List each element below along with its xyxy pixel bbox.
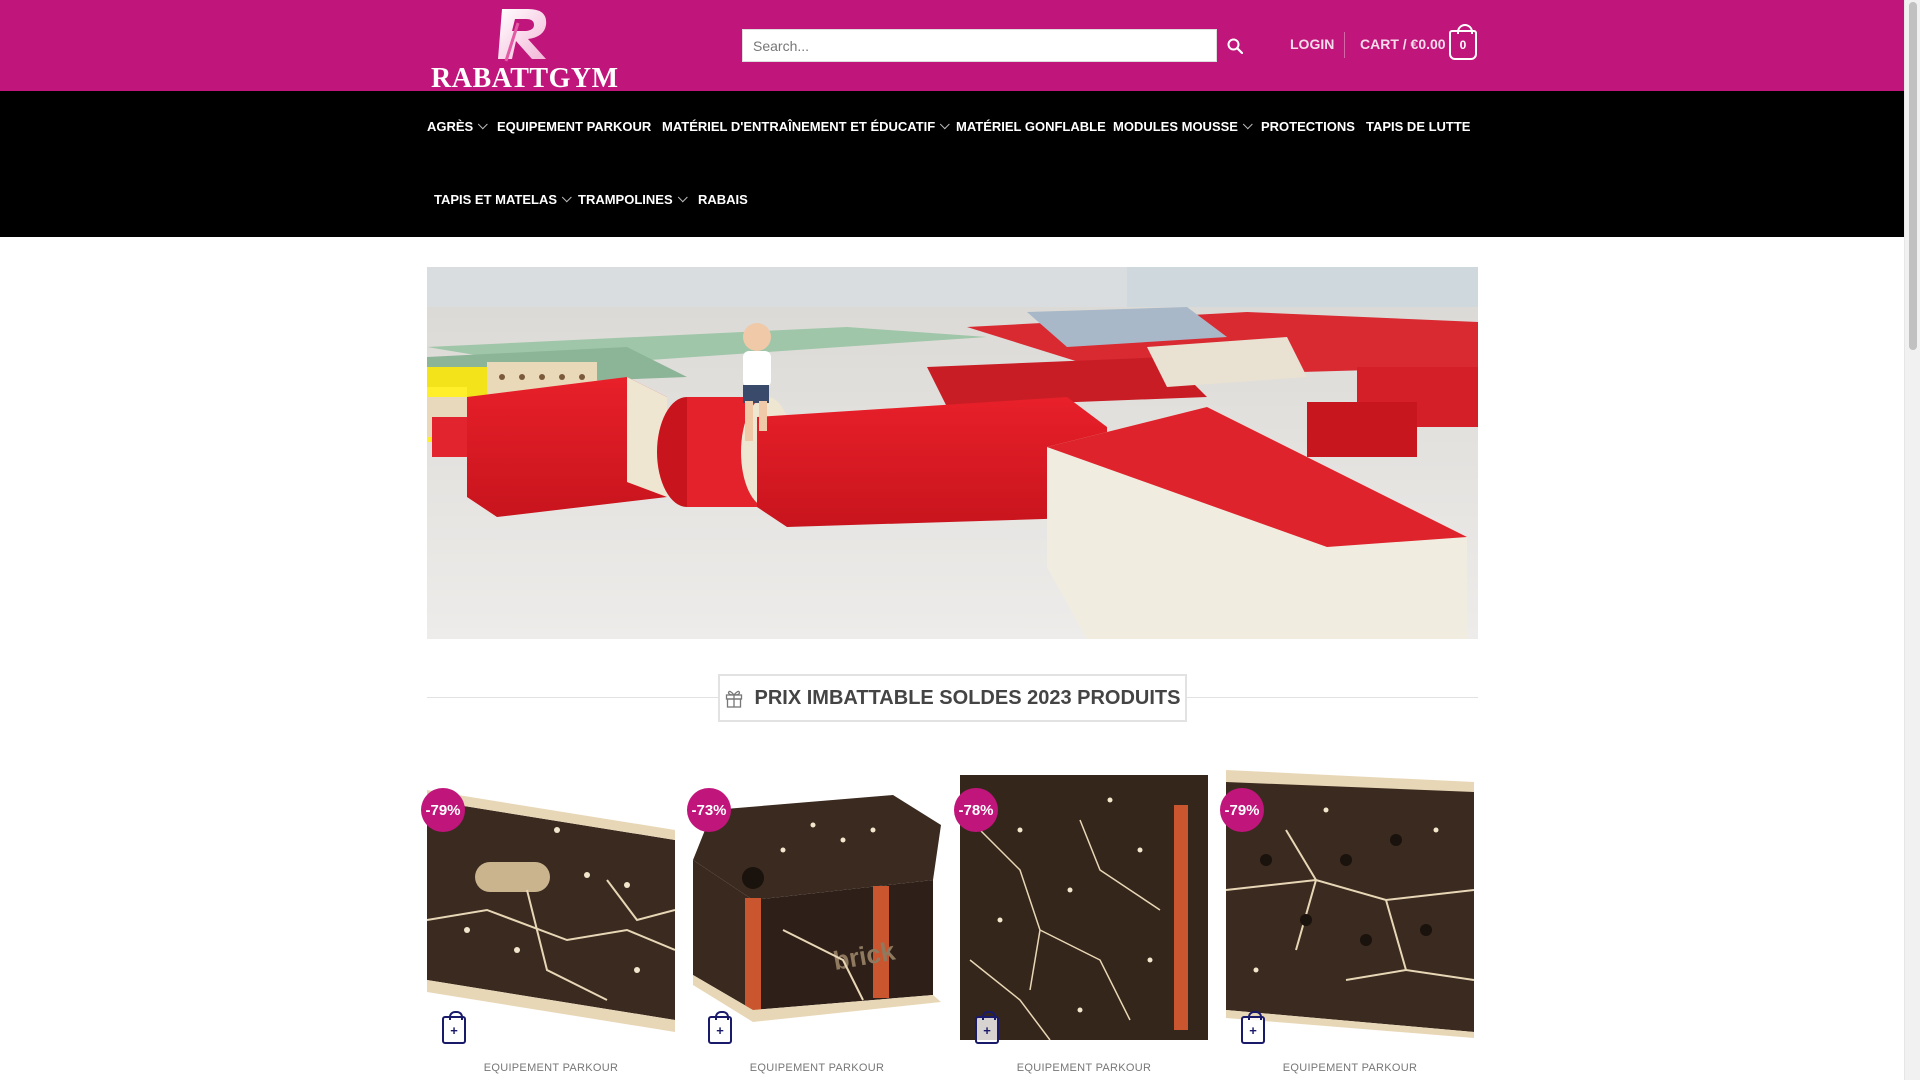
search-input[interactable] xyxy=(742,29,1217,62)
gift-icon xyxy=(725,690,742,708)
nav-item-equipement-parkour[interactable]: EQUIPEMENT PARKOUR xyxy=(497,119,651,134)
add-to-cart-button[interactable]: + xyxy=(708,1011,732,1044)
nav-item-protections[interactable]: PROTECTIONS xyxy=(1261,119,1355,134)
section-title: PRIX IMBATTABLE SOLDES 2023 PRODUITS xyxy=(718,674,1187,722)
nav-item-tapis-de-lutte[interactable]: TAPIS DE LUTTE xyxy=(1366,119,1470,134)
hero-banner-image[interactable] xyxy=(427,267,1478,639)
discount-badge: -79% xyxy=(421,788,465,832)
search-icon xyxy=(1227,38,1243,54)
login-link[interactable]: LOGIN xyxy=(1290,36,1334,52)
hero-illustration xyxy=(427,267,1478,639)
nav-item-materiel-entrainement[interactable]: MATÉRIEL D'ENTRAÎNEMENT ET ÉDUCATIF xyxy=(662,119,950,134)
chevron-down-icon xyxy=(940,119,950,130)
product-category[interactable]: EQUIPEMENT PARKOUR xyxy=(1226,1062,1474,1074)
cart-count-badge[interactable]: 0 xyxy=(1449,24,1477,60)
section-title-text: PRIX IMBATTABLE SOLDES 2023 PRODUITS xyxy=(754,686,1181,709)
chevron-down-icon xyxy=(561,192,572,203)
nav-item-label: EQUIPEMENT PARKOUR xyxy=(497,119,652,134)
discount-badge: -78% xyxy=(954,788,998,832)
search-bar xyxy=(742,29,1243,62)
product-card[interactable]: -79% + EQUIPEMENT PARKOUR xyxy=(421,770,675,1080)
discount-badge: -73% xyxy=(687,788,731,832)
nav-item-agres[interactable]: AGRÈS xyxy=(427,119,488,134)
nav-item-modules-mousse[interactable]: MODULES MOUSSE xyxy=(1113,119,1253,134)
page-scrollbar[interactable] xyxy=(1904,0,1920,1080)
add-to-cart-button[interactable]: + xyxy=(975,1011,999,1044)
top-header: RABATTGYM LOGIN CART / €0.00 0 xyxy=(0,0,1904,94)
product-category[interactable]: EQUIPEMENT PARKOUR xyxy=(960,1062,1208,1074)
chevron-down-icon xyxy=(478,119,488,130)
nav-item-trampolines[interactable]: TRAMPOLINES xyxy=(578,192,688,207)
nav-item-label: MATÉRIEL D'ENTRAÎNEMENT ET ÉDUCATIF xyxy=(662,119,936,134)
search-button[interactable] xyxy=(1217,29,1253,62)
nav-item-label: AGRÈS xyxy=(427,119,474,134)
discount-badge: -79% xyxy=(1220,788,1264,832)
add-to-cart-button[interactable]: + xyxy=(1241,1011,1265,1044)
product-category[interactable]: EQUIPEMENT PARKOUR xyxy=(693,1062,941,1074)
site-logo[interactable]: RABATTGYM xyxy=(428,3,618,94)
header-divider xyxy=(1344,32,1345,58)
nav-item-label: RABAIS xyxy=(698,192,748,207)
nav-item-tapis-et-matelas[interactable]: TAPIS ET MATELAS xyxy=(434,192,572,207)
chevron-down-icon xyxy=(1242,119,1253,130)
nav-item-label: MODULES MOUSSE xyxy=(1113,119,1238,134)
cart-link[interactable]: CART / €0.00 xyxy=(1360,36,1446,52)
nav-item-rabais[interactable]: RABAIS xyxy=(698,192,748,207)
nav-item-label: TAPIS ET MATELAS xyxy=(434,192,558,207)
product-category[interactable]: EQUIPEMENT PARKOUR xyxy=(427,1062,675,1074)
scrollbar-thumb[interactable] xyxy=(1909,2,1917,350)
main-navigation: AGRÈS EQUIPEMENT PARKOUR MATÉRIEL D'ENTR… xyxy=(0,91,1904,237)
nav-item-label: TRAMPOLINES xyxy=(578,192,673,207)
product-card[interactable]: -73% brick + EQUIPEMENT PARKOUR xyxy=(687,770,941,1080)
chevron-down-icon xyxy=(677,192,688,203)
nav-item-label: TAPIS DE LUTTE xyxy=(1366,119,1471,134)
nav-item-materiel-gonflable[interactable]: MATÉRIEL GONFLABLE xyxy=(956,119,1106,134)
add-to-cart-button[interactable]: + xyxy=(442,1011,466,1044)
product-card[interactable]: -78% + EQUIPEMENT PARKOUR xyxy=(954,770,1208,1080)
nav-item-label: MATÉRIEL GONFLABLE xyxy=(956,119,1106,134)
nav-item-label: PROTECTIONS xyxy=(1261,119,1355,134)
product-card[interactable]: -79% + EQUIPEMENT PARKOUR xyxy=(1220,770,1474,1080)
logo-mark-icon xyxy=(498,9,547,62)
